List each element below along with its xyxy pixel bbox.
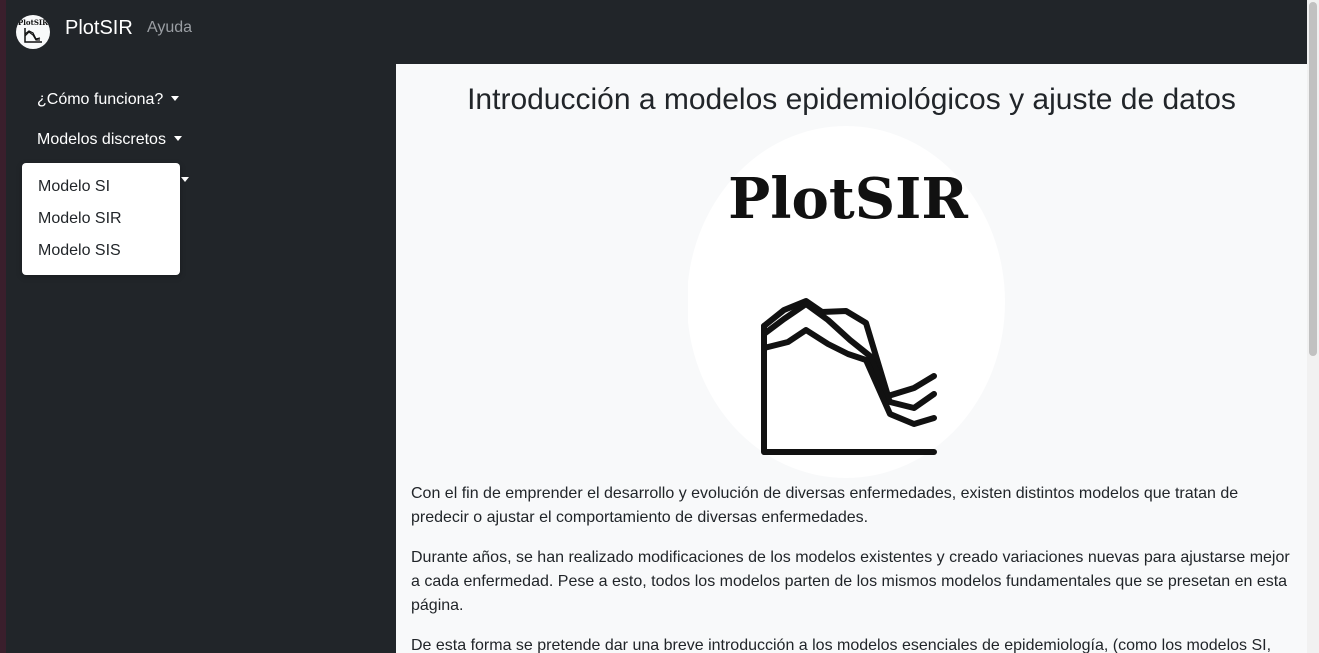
chevron-down-icon [171, 96, 180, 101]
dropdown-item-modelo-sis[interactable]: Modelo SIS [38, 241, 121, 261]
sidebar-item-modelos-discretos[interactable]: Modelos discretos [37, 130, 182, 150]
intro-paragraph-3: De esta forma se pretende dar una breve … [411, 637, 1272, 653]
brand-name[interactable]: PlotSIR [65, 14, 133, 42]
top-navbar: PlotSIR PlotSIR Ayuda [6, 0, 1307, 56]
chevron-down-icon[interactable] [181, 177, 189, 182]
dropdown-item-modelo-sir[interactable]: Modelo SIR [38, 209, 122, 229]
chevron-down-icon [173, 136, 182, 141]
dropdown-item-modelo-si[interactable]: Modelo SI [38, 177, 110, 197]
sidebar-item-como-funciona[interactable]: ¿Cómo funciona? [37, 90, 180, 110]
scrollbar-thumb[interactable] [1309, 2, 1317, 356]
help-link[interactable]: Ayuda [147, 18, 192, 38]
brand-logo[interactable]: PlotSIR [16, 15, 50, 49]
window-edge [0, 0, 6, 653]
svg-text:PlotSIR: PlotSIR [18, 18, 48, 27]
sidebar-item-label: Modelos discretos [37, 131, 166, 148]
svg-text:PlotSIR: PlotSIR [728, 166, 968, 232]
dropdown-menu-modelos: Modelo SI Modelo SIR Modelo SIS [22, 163, 180, 275]
sidebar-item-label: ¿Cómo funciona? [37, 91, 164, 108]
main-content: Introducción a modelos epidemiológicos y… [396, 64, 1307, 653]
page-scrollbar[interactable] [1307, 0, 1319, 653]
intro-paragraph-2: Durante años, se han realizado modificac… [411, 549, 1290, 614]
intro-paragraph-1: Con el fin de emprender el desarrollo y … [411, 485, 1239, 526]
plotsir-logo: PlotSIR [687, 126, 1006, 482]
page-title: Introducción a modelos epidemiológicos y… [467, 83, 1236, 116]
